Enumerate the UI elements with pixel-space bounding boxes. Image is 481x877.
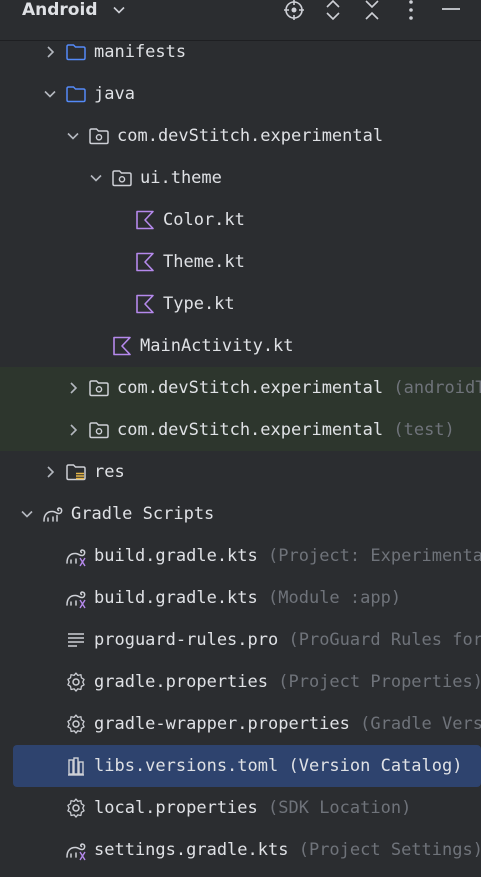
tree-row-label: MainActivity.kt (140, 336, 294, 356)
tree-row-hint: (Module :app) (268, 588, 402, 608)
chevron-down-icon[interactable] (89, 170, 103, 184)
chevron-down-icon[interactable] (66, 128, 80, 142)
chevron-right-icon[interactable] (43, 44, 57, 58)
tree-row-hint: (Version Catalog) (288, 756, 463, 776)
tree-row-label: Theme.kt (163, 252, 245, 272)
tree-row-label: java (94, 84, 135, 104)
tree-row-gradle-properties[interactable]: gradle.properties (Project Properties) (0, 661, 481, 703)
chevron-right-icon[interactable] (43, 464, 57, 478)
tree-row-label: manifests (94, 42, 187, 62)
tree-row-type-kt[interactable]: Type.kt (0, 283, 481, 325)
tree-row-manifests[interactable]: manifests (0, 31, 481, 73)
tree-row-package-main[interactable]: com.devStitch.experimental (0, 115, 481, 157)
kotlin-file-icon (134, 209, 156, 231)
folder-icon (65, 83, 87, 105)
tree-row-package-androidtest[interactable]: com.devStitch.experimental (androidTest) (0, 367, 481, 409)
tree-row-label: com.devStitch.experimental (117, 126, 384, 146)
package-icon (111, 167, 133, 189)
tree-row-gradle-wrapper-properties[interactable]: gradle-wrapper.properties (Gradle Versio… (0, 703, 481, 745)
tree-row-ui-theme[interactable]: ui.theme (0, 157, 481, 199)
tree-row-label: com.devStitch.experimental (test) (117, 420, 455, 440)
tree-row-label: proguard-rules.pro (ProGuard Rules for "… (94, 629, 481, 651)
tree-row-label: libs.versions.toml (Version Catalog) (94, 756, 463, 776)
tree-row-label: ui.theme (140, 168, 222, 188)
tree-row-hint: (test) (393, 420, 455, 440)
package-icon (88, 125, 110, 147)
tree-row-settings-gradle[interactable]: settings.gradle.kts (Project Settings) (0, 829, 481, 871)
chevron-down-icon[interactable] (112, 2, 126, 21)
tree-row-label: build.gradle.kts (Project: Experimental) (94, 545, 481, 567)
tree-row-proguard[interactable]: proguard-rules.pro (ProGuard Rules for "… (0, 619, 481, 661)
folder-icon (65, 41, 87, 63)
gradle-file-icon (65, 545, 87, 567)
tree-row-label: local.properties (SDK Location) (94, 798, 412, 818)
kotlin-file-icon (134, 251, 156, 273)
tree-row-local-properties[interactable]: local.properties (SDK Location) (0, 787, 481, 829)
settings-file-icon (65, 671, 87, 693)
settings-file-icon (65, 797, 87, 819)
gradle-file-icon (65, 587, 87, 609)
tree-row-label: gradle.properties (Project Properties) (94, 672, 481, 692)
tree-row-hint: (Project: Experimental) (268, 546, 481, 566)
tree-row-hint: (Project Properties) (278, 672, 481, 692)
tree-row-label: Color.kt (163, 210, 245, 230)
tree-row-hint: (ProGuard Rules for ":app") (288, 630, 481, 650)
tree-row-label: build.gradle.kts (Module :app) (94, 588, 402, 608)
tree-row-color-kt[interactable]: Color.kt (0, 199, 481, 241)
tree-row-label: settings.gradle.kts (Project Settings) (94, 840, 481, 860)
package-icon (88, 419, 110, 441)
collapse-all-icon[interactable] (361, 0, 383, 21)
tree-row-libs-versions-toml[interactable]: libs.versions.toml (Version Catalog) (13, 745, 481, 787)
tree-row-label: Gradle Scripts (71, 504, 215, 524)
tree-row-label: Type.kt (163, 294, 235, 314)
tree-row-label: gradle-wrapper.properties (Gradle Versio… (94, 713, 481, 735)
kotlin-file-icon (111, 335, 133, 357)
tree-row-package-test[interactable]: com.devStitch.experimental (test) (0, 409, 481, 451)
tree-row-label: res (94, 462, 125, 482)
kotlin-file-icon (134, 293, 156, 315)
tree-row-build-gradle-module[interactable]: build.gradle.kts (Module :app) (0, 577, 481, 619)
tree-row-theme-kt[interactable]: Theme.kt (0, 241, 481, 283)
tree-row-hint: (androidTest) (393, 378, 481, 398)
tree-row-res[interactable]: res (0, 451, 481, 493)
tree-row-label: com.devStitch.experimental (androidTest) (117, 377, 481, 399)
resources-folder-icon (65, 461, 87, 483)
chevron-down-icon[interactable] (20, 506, 34, 520)
expand-all-icon[interactable] (322, 0, 344, 21)
gradle-file-icon (65, 839, 87, 861)
tree-row-hint: (Project Settings) (298, 840, 481, 860)
tree-row-java[interactable]: java (0, 73, 481, 115)
chevron-down-icon[interactable] (43, 86, 57, 100)
settings-file-icon (65, 713, 87, 735)
chevron-right-icon[interactable] (66, 380, 80, 394)
more-options-icon[interactable] (400, 0, 422, 21)
tree-row-hint: (Gradle Version) (360, 714, 481, 734)
package-icon (88, 377, 110, 399)
version-catalog-icon (65, 755, 87, 777)
gradle-icon (42, 503, 64, 525)
tree-row-gradle-scripts[interactable]: Gradle Scripts (0, 493, 481, 535)
chevron-right-icon[interactable] (66, 422, 80, 436)
tree-row-mainactivity-kt[interactable]: MainActivity.kt (0, 325, 481, 367)
locate-icon[interactable] (283, 0, 305, 21)
view-selector-label[interactable]: Android (22, 0, 98, 22)
tree-row-build-gradle-project[interactable]: build.gradle.kts (Project: Experimental) (0, 535, 481, 577)
tree-row-hint: (SDK Location) (268, 798, 412, 818)
hide-icon[interactable] (440, 0, 462, 21)
text-file-icon (65, 629, 87, 651)
